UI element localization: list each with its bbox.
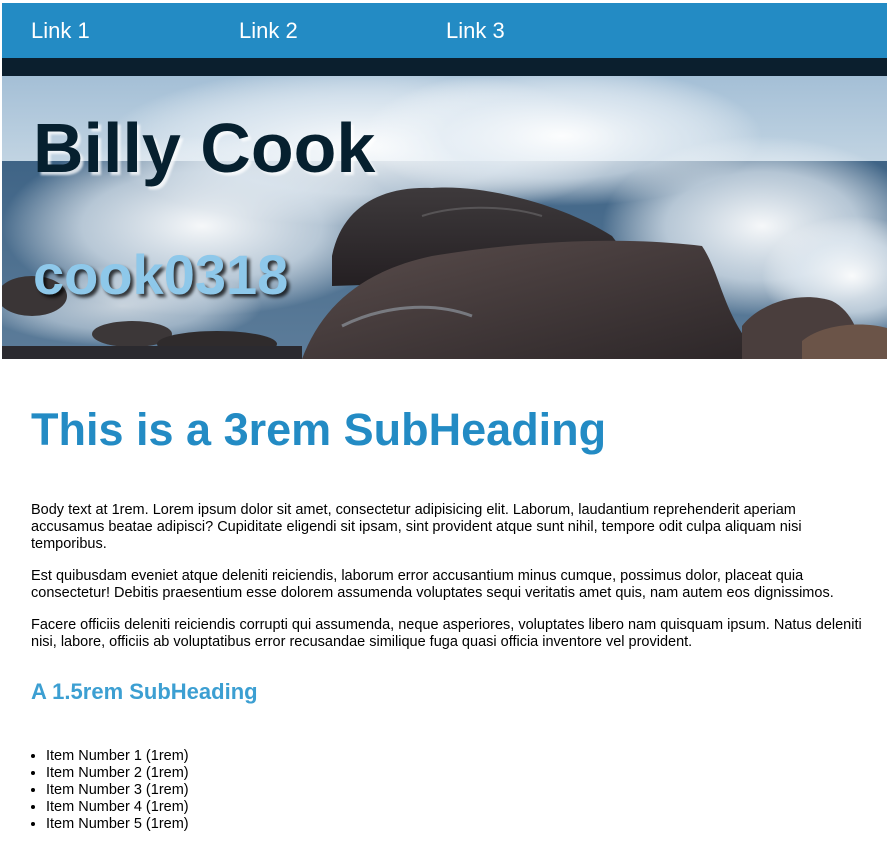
page: Link 1 Link 2 Link 3 Billy Cook cook0318… — [0, 0, 889, 850]
body-paragraph-1: Body text at 1rem. Lorem ipsum dolor sit… — [31, 502, 802, 552]
hero-subtitle: cook0318 — [33, 243, 289, 306]
nav-divider-strip — [2, 58, 887, 76]
main-content: This is a 3rem SubHeading Body text at 1… — [31, 400, 866, 833]
list-item: Item Number 1 (1rem) — [46, 748, 866, 765]
section-subheading: A 1.5rem SubHeading — [31, 679, 258, 704]
nav-link-2[interactable]: Link 2 — [239, 18, 298, 44]
list-item: Item Number 3 (1rem) — [46, 782, 866, 799]
body-paragraph-3: Facere officiis deleniti reiciendis corr… — [31, 617, 862, 650]
hero-banner: Billy Cook cook0318 — [2, 76, 887, 359]
top-navigation-bar: Link 1 Link 2 Link 3 — [2, 3, 887, 58]
list-item: Item Number 2 (1rem) — [46, 765, 866, 782]
body-paragraph-2: Est quibusdam eveniet atque deleniti rei… — [31, 568, 834, 601]
page-heading: This is a 3rem SubHeading — [31, 404, 607, 455]
list-item: Item Number 5 (1rem) — [46, 816, 866, 833]
nav-link-1[interactable]: Link 1 — [31, 18, 90, 44]
nav-link-3[interactable]: Link 3 — [446, 18, 505, 44]
list-item: Item Number 4 (1rem) — [46, 799, 866, 816]
hero-title: Billy Cook — [33, 109, 376, 187]
item-list: Item Number 1 (1rem) Item Number 2 (1rem… — [31, 748, 866, 833]
